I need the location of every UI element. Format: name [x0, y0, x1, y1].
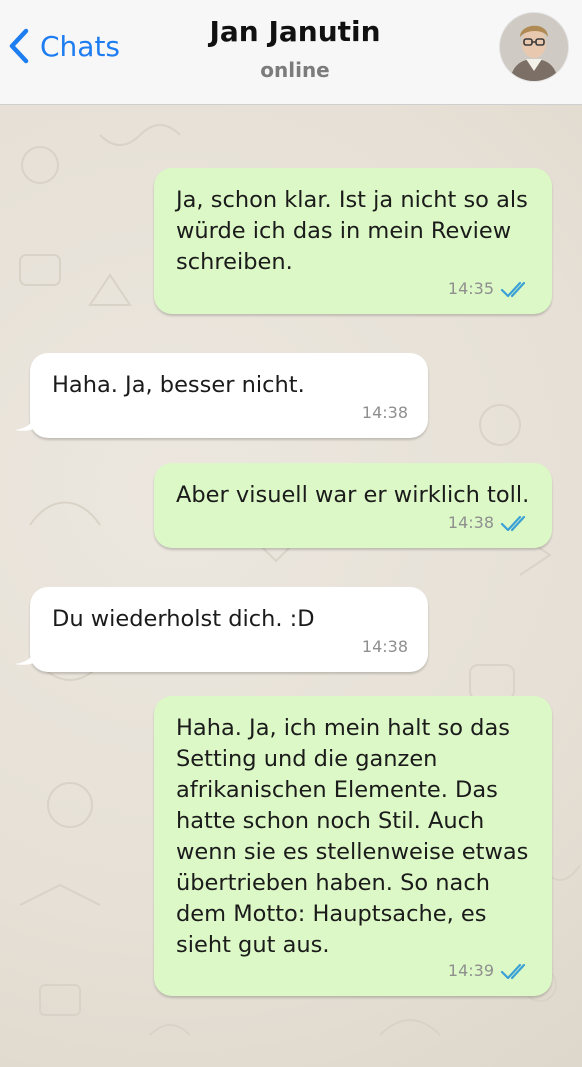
back-label: Chats — [40, 29, 121, 63]
contact-status: online — [260, 58, 330, 82]
message-time: 14:39 — [447, 961, 494, 980]
message-bubble-outgoing[interactable]: Haha. Ja, ich mein halt so das Setting u… — [154, 696, 552, 996]
message-text: Haha. Ja, ich mein halt so das Setting u… — [176, 715, 529, 958]
message-text: Haha. Ja, besser nicht. — [52, 372, 305, 398]
message-text: Ja, schon klar. Ist ja nicht so als würd… — [176, 187, 528, 275]
double-check-icon — [500, 515, 526, 531]
chat-header: Chats Jan Janutin online — [0, 0, 582, 105]
message-meta: 14:38 — [448, 507, 532, 538]
message-meta: 14:38 — [362, 631, 408, 662]
message-meta: 14:35 — [448, 273, 532, 304]
chevron-left-icon — [9, 28, 29, 64]
message-text: Du wiederholst dich. :D — [52, 606, 315, 632]
message-meta: 14:38 — [362, 397, 408, 428]
bubble-tail — [15, 406, 39, 431]
bubble-tail — [15, 640, 39, 665]
message-meta: 14:39 — [448, 955, 532, 986]
message-bubble-incoming[interactable]: Haha. Ja, besser nicht. 14:38 — [15, 353, 428, 438]
contact-name: Jan Janutin — [209, 15, 381, 48]
message-time: 14:38 — [447, 513, 494, 532]
double-check-icon — [500, 281, 526, 297]
double-check-icon — [500, 963, 526, 979]
message-bubble-incoming[interactable]: Du wiederholst dich. :D 14:38 — [15, 587, 428, 672]
contact-avatar[interactable] — [500, 13, 568, 81]
message-bubble-outgoing[interactable]: Ja, schon klar. Ist ja nicht so als würd… — [154, 168, 552, 314]
message-time: 14:38 — [361, 403, 408, 422]
message-time: 14:38 — [361, 637, 408, 656]
contact-info[interactable]: Jan Janutin online — [120, 14, 470, 82]
message-time: 14:35 — [447, 279, 494, 298]
message-bubble-outgoing[interactable]: Aber visuell war er wirklich toll. 14:38 — [154, 463, 552, 548]
back-to-chats-button[interactable]: Chats — [6, 24, 120, 68]
